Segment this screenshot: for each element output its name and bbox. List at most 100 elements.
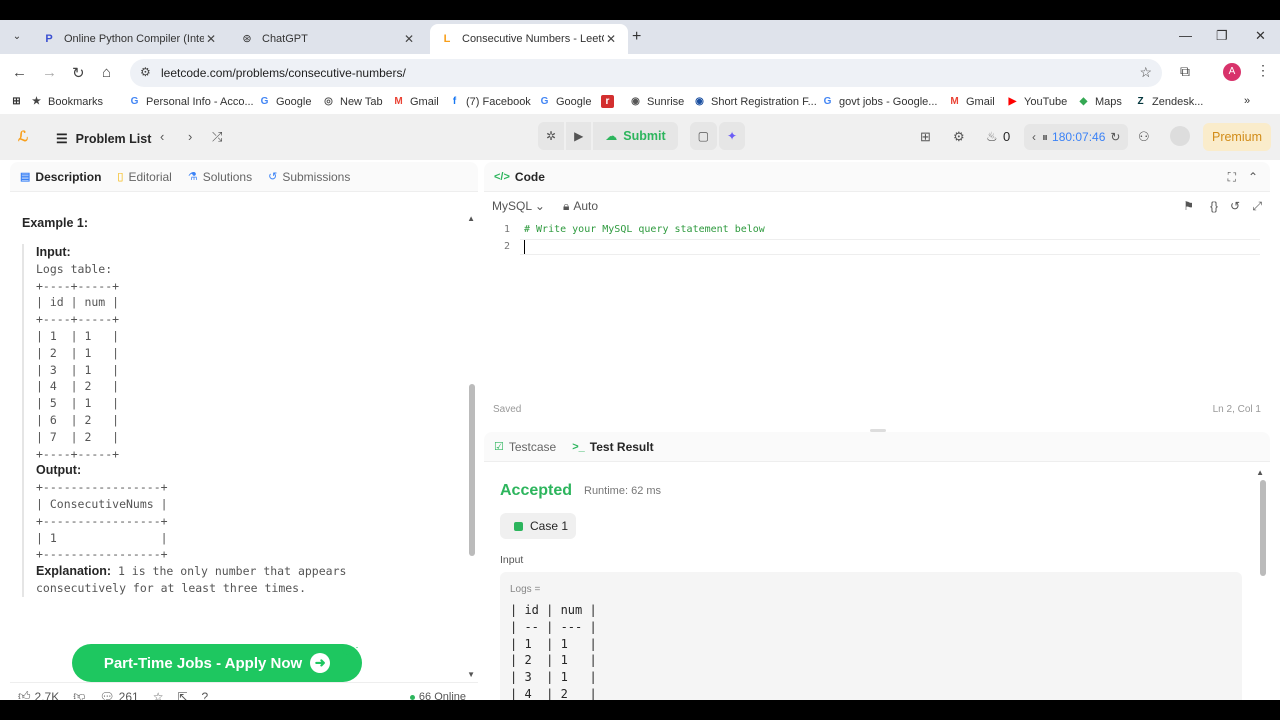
extensions-icon[interactable]: ⧉	[1180, 63, 1190, 80]
debug-icon[interactable]: ✲	[538, 122, 565, 150]
scroll-down-icon[interactable]: ▼	[1256, 698, 1264, 700]
tab-testcase[interactable]: ☑ Testcase	[494, 440, 556, 454]
site-info-icon[interactable]: ⚙	[140, 65, 151, 79]
home-icon[interactable]: ⌂	[102, 64, 111, 81]
tab-submissions[interactable]: ↺ Submissions	[268, 170, 350, 184]
tab-solutions[interactable]: ⚗ Solutions	[188, 170, 252, 184]
tab-label: Submissions	[282, 169, 351, 184]
browser-tab-chatgpt[interactable]: ⊛ ChatGPT ✕	[230, 24, 426, 54]
reload-icon[interactable]: ↻	[72, 64, 85, 82]
restore-icon[interactable]: ❐	[1216, 28, 1228, 44]
like-button[interactable]: 👍︎ 2.7K	[18, 689, 59, 700]
bookmark-item[interactable]: M Gmail	[392, 95, 438, 108]
scroll-up-icon[interactable]: ▲	[1256, 468, 1264, 477]
notes-icon[interactable]: ▢	[689, 122, 717, 150]
run-icon[interactable]: ▶	[566, 122, 592, 150]
user-avatar[interactable]	[1170, 126, 1190, 146]
help-icon[interactable]: ?	[202, 690, 209, 701]
format-braces-icon[interactable]: {}	[1210, 199, 1218, 213]
bookmark-item[interactable]: Z Zendesk...	[1134, 95, 1203, 108]
add-user-icon[interactable]: ⚇	[1138, 129, 1150, 145]
bookmark-item[interactable]: ◉ Sunrise	[629, 95, 684, 108]
tab-editorial[interactable]: ▯ Editorial	[117, 170, 171, 184]
ad-apply-button[interactable]: Part-Time Jobs - Apply Now ➜	[72, 644, 362, 682]
timer[interactable]: ‹ ⏸ 180:07:46 ↻	[1024, 124, 1128, 150]
layout-icon[interactable]: ⊞	[920, 129, 931, 145]
problem-list-button[interactable]: ☰ Problem List	[56, 131, 151, 147]
browser-tab-python-compiler[interactable]: P Online Python Compiler (Interp ✕	[32, 24, 228, 54]
ai-sparkle-icon[interactable]: ✦	[719, 122, 746, 150]
submit-button[interactable]: ☁ Submit	[593, 122, 678, 150]
description-scrollbar[interactable]	[469, 384, 475, 556]
next-problem-icon[interactable]: ›	[188, 129, 192, 144]
more-bookmarks-icon[interactable]: »	[1244, 95, 1250, 107]
window-close-icon[interactable]: ✕	[1255, 28, 1266, 44]
bookmark-item[interactable]: ★ Bookmarks	[30, 95, 103, 108]
expand-icon[interactable]: ⤢	[1252, 199, 1262, 214]
code-editor[interactable]: 1 2 # Write your MySQL query statement b…	[484, 220, 1270, 400]
bookmark-item[interactable]: G Personal Info - Acco...	[128, 95, 254, 108]
example-heading: Example 1:	[22, 216, 462, 230]
scroll-down-icon[interactable]: ▼	[467, 670, 475, 679]
text-cursor	[524, 240, 525, 254]
premium-button[interactable]: Premium	[1203, 123, 1271, 151]
bookmark-icon[interactable]: ⚑	[1183, 199, 1194, 213]
reset-code-icon[interactable]: ↺	[1230, 199, 1240, 213]
close-icon[interactable]: ✕	[604, 32, 618, 46]
apps-grid-icon[interactable]: ⊞	[10, 95, 28, 108]
lock-icon: 🔒︎	[562, 198, 570, 213]
case-1-tab[interactable]: Case 1	[500, 513, 576, 539]
description-panel: ▤ Description ▯ Editorial ⚗ Solutions ↺ Subm…	[10, 162, 478, 700]
bookmark-item[interactable]: ▶ YouTube	[1006, 95, 1068, 108]
url-input[interactable]: ⚙ leetcode.com/problems/consecutive-numb…	[130, 59, 1162, 87]
tab-code[interactable]: </> Code	[494, 170, 545, 184]
prev-problem-icon[interactable]: ‹	[160, 129, 164, 144]
mode-label[interactable]: Auto	[573, 199, 598, 213]
bookmark-item[interactable]: G Google	[538, 95, 592, 108]
tab-test-result[interactable]: >_ Test Result	[572, 440, 653, 454]
settings-gear-icon[interactable]: ⚙	[953, 129, 965, 145]
comment-count: 261	[118, 689, 139, 701]
close-icon[interactable]: ✕	[402, 32, 416, 46]
bookmark-favicon-icon: ◉	[631, 96, 640, 107]
comments-button[interactable]: 💬︎ 261	[99, 690, 138, 701]
new-tab-icon[interactable]: +	[632, 28, 641, 46]
collapse-icon[interactable]: ⌃	[1248, 170, 1258, 184]
back-icon[interactable]: ←	[12, 64, 27, 81]
bookmark-item[interactable]: ◎ New Tab	[322, 95, 382, 108]
line-number: 2	[503, 241, 510, 252]
submit-label: Submit	[623, 129, 666, 143]
chevron-left-icon[interactable]: ‹	[1032, 130, 1036, 144]
browser-menu-icon[interactable]: ⋮	[1256, 62, 1270, 79]
tab-description[interactable]: ▤ Description	[20, 170, 101, 184]
bookmark-item[interactable]: r	[601, 95, 619, 108]
bookmark-item[interactable]: ◉ Short Registration F...	[693, 95, 817, 108]
pause-icon[interactable]: ⏸	[1042, 130, 1048, 145]
browser-tab-leetcode[interactable]: L Consecutive Numbers - LeetCo ✕	[430, 24, 628, 54]
tab-label: Testcase	[508, 439, 557, 454]
ad-info-icon[interactable]: ⓘ⋮	[342, 642, 362, 657]
close-icon[interactable]: ✕	[204, 32, 218, 46]
favorite-star-icon[interactable]: ☆	[153, 690, 164, 701]
reset-timer-icon[interactable]: ↻	[1110, 130, 1120, 144]
bookmark-item[interactable]: M Gmail	[948, 95, 994, 108]
bookmark-star-icon[interactable]: ☆	[1139, 64, 1152, 81]
bookmark-item[interactable]: Ggovt jobs - Google...	[821, 95, 938, 108]
dislike-icon[interactable]: 👎︎	[73, 689, 85, 700]
like-count: 2.7K	[34, 689, 60, 701]
bookmark-item[interactable]: f (7) Facebook	[448, 95, 531, 108]
bookmark-item[interactable]: G Google	[258, 95, 312, 108]
maximize-icon[interactable]: ⛶	[1228, 170, 1236, 185]
streak-fire-icon[interactable]: ♨	[986, 129, 998, 145]
forward-icon[interactable]: →	[42, 64, 57, 81]
language-select[interactable]: MySQL ⌄	[492, 199, 545, 213]
profile-avatar[interactable]: A	[1223, 63, 1241, 81]
leetcode-logo-icon[interactable]: ℒ	[18, 128, 36, 146]
tab-search-icon[interactable]: ⌄	[8, 28, 26, 46]
bookmark-item[interactable]: ◆ Maps	[1077, 95, 1122, 108]
scroll-up-icon[interactable]: ▲	[467, 214, 475, 223]
minimize-icon[interactable]: —	[1179, 28, 1192, 43]
shuffle-icon[interactable]: ⤮	[212, 129, 222, 145]
share-icon[interactable]: ⇱	[177, 690, 187, 701]
result-scrollbar[interactable]	[1260, 480, 1266, 576]
